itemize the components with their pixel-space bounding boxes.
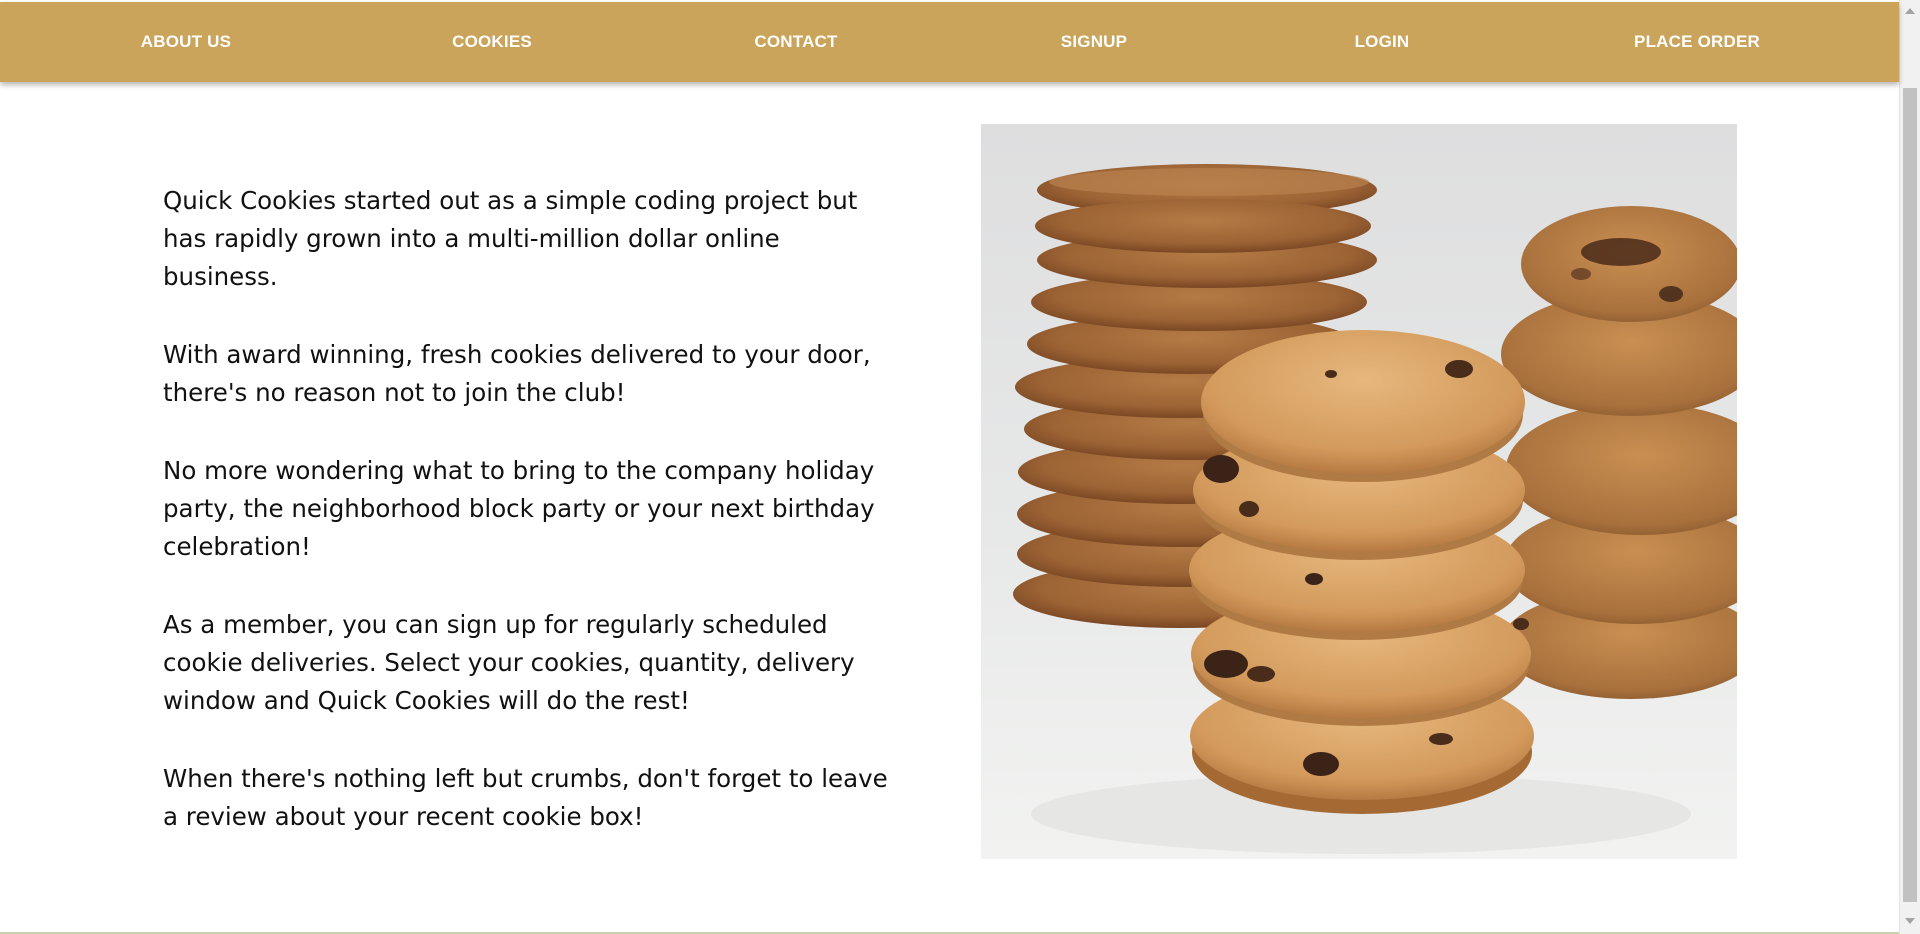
scroll-up-arrow-icon[interactable] (1905, 8, 1915, 14)
nav-link-login[interactable]: LOGIN (1355, 2, 1410, 82)
about-section: Quick Cookies started out as a simple co… (163, 182, 898, 876)
about-paragraph-2: With award winning, fresh cookies delive… (163, 340, 871, 407)
vertical-scrollbar[interactable] (1899, 0, 1920, 934)
nav-link-about-us[interactable]: ABOUT US (141, 2, 231, 82)
cookie-stack-photo (981, 124, 1737, 859)
scrollbar-thumb[interactable] (1903, 88, 1917, 902)
cookie-stack-illustration (981, 124, 1737, 859)
about-paragraph-3: No more wondering what to bring to the c… (163, 456, 875, 561)
about-paragraph-1: Quick Cookies started out as a simple co… (163, 186, 858, 291)
chocolate-chip-cookie-stack (1189, 330, 1534, 814)
nav-link-place-order[interactable]: PLACE ORDER (1634, 2, 1760, 82)
about-paragraph-4: As a member, you can sign up for regular… (163, 610, 855, 715)
nav-link-cookies[interactable]: COOKIES (452, 2, 532, 82)
oatmeal-cookie-stack (1501, 206, 1737, 699)
nav-link-contact[interactable]: CONTACT (754, 2, 837, 82)
scroll-down-arrow-icon[interactable] (1905, 918, 1915, 924)
page: ABOUT US COOKIES CONTACT SIGNUP LOGIN PL… (0, 0, 1920, 934)
nav-link-signup[interactable]: SIGNUP (1061, 2, 1127, 82)
top-navbar: ABOUT US COOKIES CONTACT SIGNUP LOGIN PL… (0, 2, 1899, 82)
about-paragraph-5: When there's nothing left but crumbs, do… (163, 764, 888, 831)
